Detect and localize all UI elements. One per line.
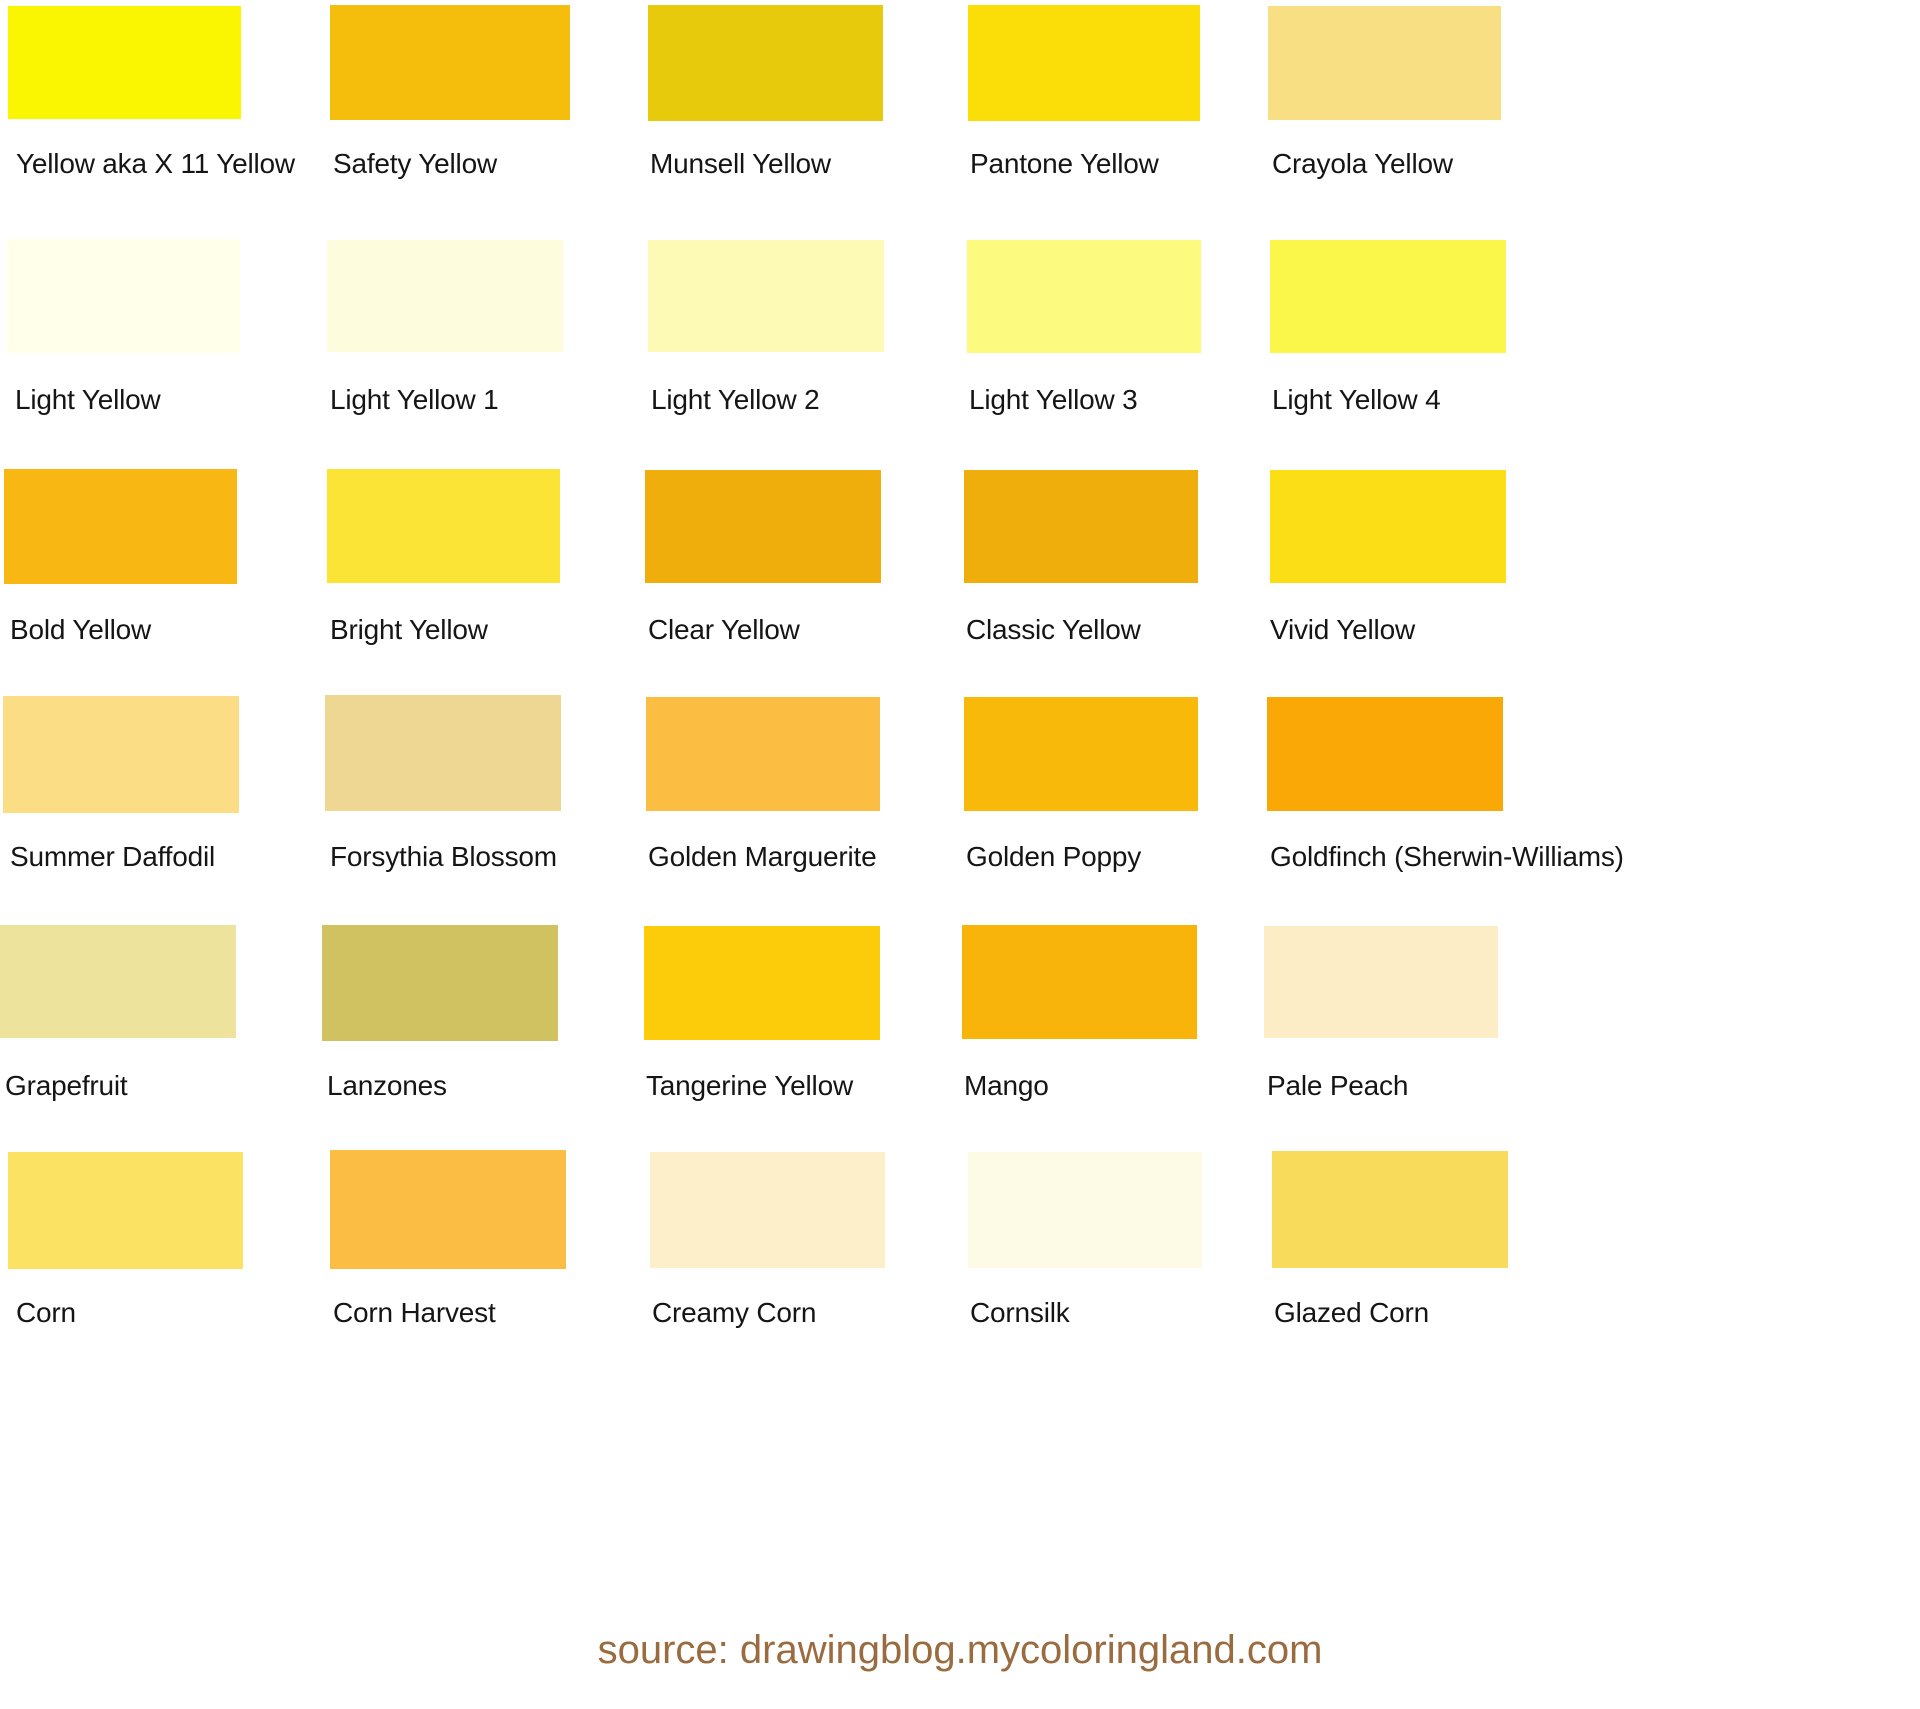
color-swatch [3, 696, 239, 813]
yellow-color-chart: Yellow aka X 11 Yellow Safety Yellow Munse… [0, 0, 1920, 1709]
color-swatch-label: Safety Yellow [333, 148, 497, 179]
color-swatch [650, 1152, 885, 1268]
color-swatch [327, 469, 560, 583]
color-swatch-label: Bold Yellow [10, 614, 152, 645]
color-swatch-label: Light Yellow 4 [1272, 384, 1441, 415]
color-swatch [968, 1152, 1202, 1268]
color-swatch-label: Bright Yellow [330, 614, 488, 645]
color-swatch [967, 240, 1201, 353]
color-swatch-label: Crayola Yellow [1272, 148, 1453, 179]
color-swatch-label: Golden Marguerite [648, 841, 877, 872]
color-swatch-label: Light Yellow [15, 384, 161, 415]
color-swatch-label: Cornsilk [970, 1297, 1070, 1328]
color-swatch-label: Vivid Yellow [1270, 614, 1415, 645]
color-swatch-label: Light Yellow 3 [969, 384, 1138, 415]
color-swatch [1264, 926, 1498, 1038]
color-swatch [645, 470, 881, 583]
color-swatch-label: Summer Daffodil [10, 841, 216, 872]
color-swatch [964, 697, 1198, 811]
color-swatch [7, 239, 240, 353]
color-swatch [4, 469, 237, 584]
color-swatch-label: Mango [964, 1070, 1049, 1101]
color-swatch-label: Forsythia Blossom [330, 841, 557, 872]
color-swatch [8, 6, 241, 119]
color-swatch [330, 1150, 566, 1269]
color-swatch-label: Glazed Corn [1274, 1297, 1429, 1328]
color-swatch [968, 5, 1200, 121]
color-swatch-label: Clear Yellow [648, 614, 800, 645]
color-swatch-label: Pale Peach [1267, 1070, 1409, 1101]
color-swatch [0, 925, 236, 1038]
color-swatch [1268, 6, 1501, 120]
color-swatch [1267, 697, 1503, 811]
color-swatch [8, 1152, 243, 1269]
color-swatch [648, 240, 884, 352]
color-swatch-label: Light Yellow 1 [330, 384, 499, 415]
color-swatch-label: Grapefruit [5, 1070, 128, 1101]
color-swatch-label: Corn Harvest [333, 1297, 496, 1328]
color-swatch [962, 925, 1197, 1039]
color-swatch [322, 925, 558, 1041]
color-swatch [644, 926, 880, 1040]
color-swatch [1272, 1151, 1508, 1268]
color-swatch [1270, 240, 1506, 353]
color-swatch-label: Light Yellow 2 [651, 384, 820, 415]
color-swatch [325, 695, 561, 811]
color-swatch [648, 5, 883, 121]
color-swatch-label: Creamy Corn [652, 1297, 817, 1328]
color-swatch-label: Tangerine Yellow [646, 1070, 853, 1101]
color-swatch-label: Lanzones [327, 1070, 447, 1101]
color-swatch-label: Golden Poppy [966, 841, 1142, 872]
color-swatch-label: Goldfinch (Sherwin-Williams) [1270, 841, 1624, 872]
color-swatch-label: Pantone Yellow [970, 148, 1159, 179]
color-swatch [646, 697, 880, 811]
color-swatch-label: Corn [16, 1297, 76, 1328]
color-swatch-label: Classic Yellow [966, 614, 1141, 645]
color-swatch [1270, 470, 1506, 583]
source-attribution: source: drawingblog.mycoloringland.com [597, 1628, 1323, 1672]
color-swatch [330, 5, 570, 120]
color-swatch-label: Yellow aka X 11 Yellow [16, 148, 295, 179]
color-swatch [964, 470, 1198, 583]
color-swatch-label: Munsell Yellow [650, 148, 831, 179]
color-swatch [327, 240, 563, 352]
